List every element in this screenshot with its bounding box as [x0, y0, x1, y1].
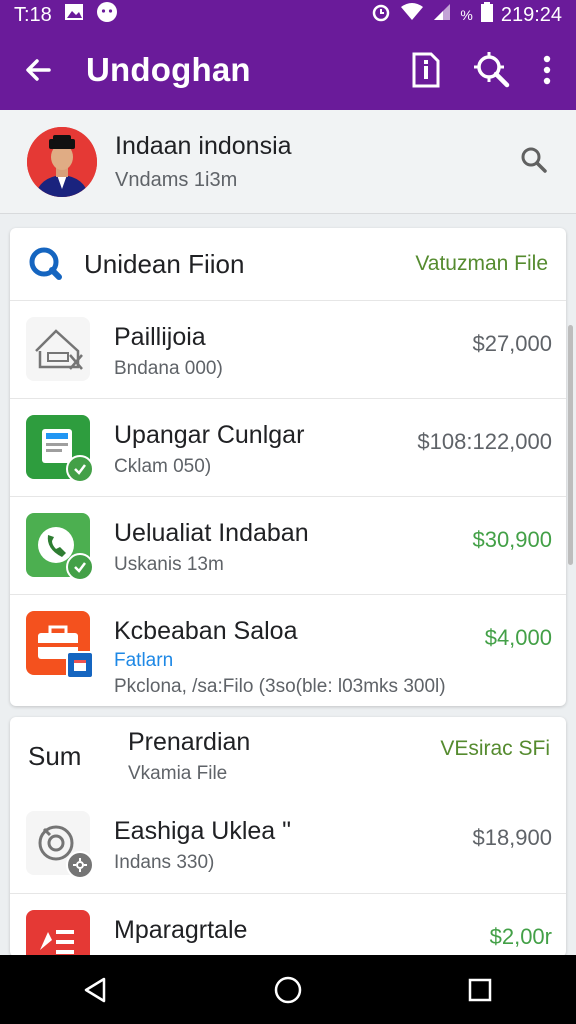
status-time: T:18	[14, 3, 52, 26]
house-sketch-icon	[26, 317, 90, 381]
item-detail: Pkclona, /sa:Filo (3so(ble: l03mks 300l)	[114, 676, 446, 697]
account-subtitle: Vndams 1i3m	[115, 168, 238, 191]
item-subtitle[interactable]: Fatlarn	[114, 650, 446, 672]
item-subtitle: Uskanis 13m	[114, 554, 224, 575]
item-subtitle: Bndana 000)	[114, 358, 223, 379]
gear-badge-icon	[66, 851, 94, 879]
list-item[interactable]: Eashiga Uklea " Indans 330) $18,900	[10, 795, 566, 893]
search-brand-icon	[29, 247, 62, 280]
list-item[interactable]: Mparagrtale $2,00r	[10, 893, 566, 957]
document-red-icon	[26, 910, 90, 957]
card-title: Unidean Fiion	[84, 248, 245, 279]
document-green-icon	[26, 415, 94, 483]
app-bar: Undoghan	[0, 30, 576, 110]
more-options-button[interactable]	[532, 44, 562, 96]
status-bar: T:18 % 219:24	[0, 0, 576, 30]
item-amount: $18,900	[472, 825, 552, 850]
card-header: Unidean Fiion Vatuzman File	[10, 228, 566, 300]
chat-notification-icon	[96, 1, 118, 29]
summary-label: Sum	[28, 740, 82, 771]
nav-back-button[interactable]	[66, 960, 126, 1020]
item-amount: $4,000	[484, 625, 552, 650]
nav-home-icon	[274, 976, 302, 1003]
alarm-icon	[370, 1, 392, 29]
list-item[interactable]: Paillijoia Bndana 000) $27,000	[10, 300, 566, 398]
status-right-text: 219:24	[500, 3, 562, 26]
list-item[interactable]: Upangar Cunlgar Cklam 050) $108:122,000	[10, 398, 566, 496]
file-list-card: Unidean Fiion Vatuzman File Paillijoia B…	[10, 228, 566, 706]
signal-icon	[432, 2, 452, 28]
back-arrow-icon	[26, 59, 51, 81]
app-title: Undoghan	[86, 51, 251, 88]
camera-gear-icon	[26, 811, 94, 879]
account-name: Indaan indonsia	[115, 131, 292, 160]
list-item[interactable]: Kcbeaban Saloa Fatlarn Pkclona, /sa:Filo…	[10, 594, 566, 706]
calendar-badge-icon	[66, 651, 94, 679]
item-title: Eashiga Uklea "	[114, 817, 292, 845]
card-header: Sum Prenardian Vkamia File VEsirac SFi	[10, 717, 566, 795]
wifi-icon	[400, 2, 424, 28]
item-amount: $2,00r	[489, 924, 552, 949]
card-title: Prenardian	[128, 727, 251, 756]
card-header-link[interactable]: VEsirac SFi	[440, 737, 550, 761]
image-notification-icon	[64, 3, 84, 27]
more-vert-icon	[543, 55, 551, 85]
file-info-button[interactable]	[400, 44, 452, 96]
back-button[interactable]	[8, 30, 68, 110]
nav-back-icon	[84, 977, 106, 1002]
account-header[interactable]: Indaan indonsia Vndams 1i3m	[0, 110, 576, 214]
item-amount: $30,900	[472, 527, 552, 552]
item-title: Upangar Cunlgar	[114, 421, 305, 449]
search-settings-icon	[474, 52, 510, 88]
scrollbar[interactable]	[568, 325, 573, 565]
search-settings-button[interactable]	[466, 44, 518, 96]
card-subtitle: Vkamia File	[128, 762, 228, 784]
file-info-icon	[412, 52, 440, 88]
nav-home-button[interactable]	[258, 960, 318, 1020]
item-amount: $108:122,000	[417, 429, 552, 454]
account-search-button[interactable]	[520, 146, 552, 178]
summary-card: Sum Prenardian Vkamia File VEsirac SFi E…	[10, 717, 566, 957]
search-icon	[521, 147, 547, 173]
percent-icon: %	[460, 7, 473, 23]
nav-recents-button[interactable]	[450, 960, 510, 1020]
briefcase-orange-icon	[26, 611, 94, 679]
system-nav-bar	[0, 955, 576, 1024]
phone-green-icon	[26, 513, 94, 581]
check-badge-icon	[66, 553, 94, 581]
card-header-link[interactable]: Vatuzman File	[415, 252, 548, 276]
battery-icon	[480, 2, 493, 28]
list-item[interactable]: Uelualiat Indaban Uskanis 13m $30,900	[10, 496, 566, 594]
item-title: Paillijoia	[114, 323, 206, 351]
nav-recents-icon	[468, 978, 492, 1001]
item-title: Kcbeaban Saloa	[114, 617, 298, 645]
avatar[interactable]	[27, 126, 97, 197]
item-subtitle: Indans 330)	[114, 852, 215, 873]
item-subtitle: Cklam 050)	[114, 456, 212, 477]
item-title: Uelualiat Indaban	[114, 519, 309, 547]
item-title: Mparagrtale	[114, 916, 248, 944]
item-amount: $27,000	[472, 331, 552, 356]
check-badge-icon	[66, 455, 94, 483]
